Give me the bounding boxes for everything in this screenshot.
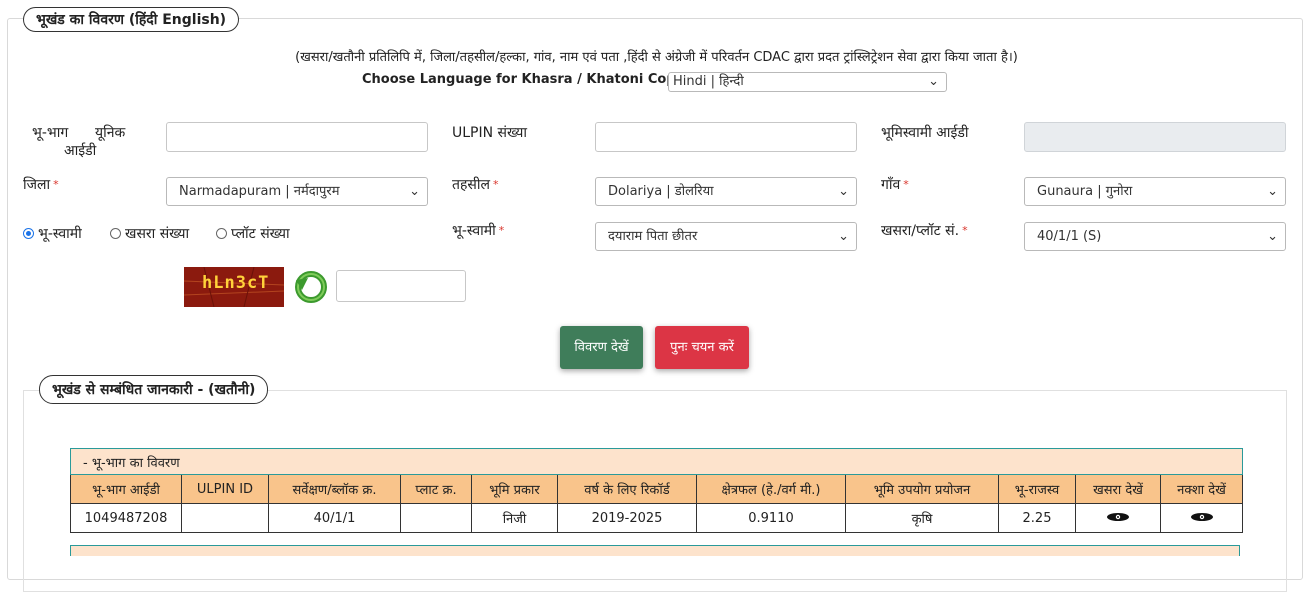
column-header: वर्ष के लिए रिकॉर्ड — [557, 474, 697, 504]
table-cell: निजी — [471, 503, 558, 533]
chevron-down-icon: ⌄ — [838, 184, 849, 199]
section-plot-details-legend: भूखंड का विवरण (हिंदी English) — [23, 7, 240, 32]
transliteration-note: (खसरा/खतौनी प्रतिलिपि में, जिला/तहसील/हल… — [295, 50, 1018, 65]
khasra-plot-label: खसरा/प्लॉट सं. * — [881, 223, 968, 239]
jila-select-value: Narmadapuram | नर्मदापुरम — [179, 184, 340, 199]
tehsil-label: तहसील * — [452, 177, 499, 193]
ulpin-label: ULPIN संख्या — [452, 125, 527, 141]
chevron-down-icon: ⌄ — [1267, 229, 1278, 244]
chevron-down-icon: ⌄ — [1267, 184, 1278, 199]
language-label: Choose Language for Khasra / Khatoni Cop… — [362, 72, 690, 87]
bhoomiswami-id-input — [1024, 122, 1286, 152]
view-map-cell[interactable] — [1160, 503, 1243, 533]
table-cell: 0.9110 — [696, 503, 846, 533]
table-cell — [400, 503, 472, 533]
radio-unchecked-icon — [110, 228, 121, 239]
bhubhag-id-label: भू-भाग यूनिक आईडी — [32, 125, 126, 159]
radio-checked-icon — [23, 228, 34, 239]
section-khatoni-legend: भूखंड से सम्बंधित जानकारी - (खतौनी) — [39, 375, 269, 404]
next-table-caption — [70, 545, 1240, 556]
khasra-plot-select-value: 40/1/1 (S) — [1037, 229, 1102, 244]
gaon-select[interactable]: Gunaura | गुनोरा ⌄ — [1024, 177, 1286, 206]
table-cell: 40/1/1 — [268, 503, 401, 533]
view-details-button[interactable]: विवरण देखें — [560, 326, 643, 369]
eye-icon[interactable] — [1106, 512, 1130, 522]
column-header: क्षेत्रफल (हे./वर्ग मी.) — [696, 474, 846, 504]
table-row: 1049487208 40/1/1 निजी 2019-2025 0.9110 … — [70, 503, 1243, 533]
table-cell: कृषि — [845, 503, 999, 533]
radio-plot[interactable]: प्लॉट संख्या — [216, 224, 290, 243]
radio-bhuswami[interactable]: भू-स्वामी — [23, 224, 82, 243]
captcha-input[interactable] — [336, 270, 466, 302]
table-cell: 1049487208 — [70, 503, 182, 533]
column-header: भू-भाग आईडी — [70, 474, 182, 504]
table-header-row: भू-भाग आईडी ULPIN ID सर्वेक्षण/ब्लॉक क्र… — [70, 474, 1243, 504]
column-header: खसरा देखें — [1075, 474, 1161, 504]
view-khasra-cell[interactable] — [1075, 503, 1161, 533]
bhubhag-id-input[interactable] — [166, 122, 428, 152]
column-header: भूमि उपयोग प्रयोजन — [845, 474, 999, 504]
jila-select[interactable]: Narmadapuram | नर्मदापुरम ⌄ — [166, 177, 428, 206]
jila-label: जिला * — [23, 177, 59, 193]
radio-unchecked-icon — [216, 228, 227, 239]
column-header: नक्शा देखें — [1160, 474, 1243, 504]
bhubhag-details-table: - भू-भाग का विवरण भू-भाग आईडी ULPIN ID स… — [70, 448, 1243, 533]
table-caption: - भू-भाग का विवरण — [70, 448, 1243, 475]
bhuswami-select-value: दयाराम पिता छीतर — [608, 229, 698, 244]
table-cell: 2019-2025 — [557, 503, 697, 533]
bhuswami-label: भू-स्वामी * — [452, 223, 505, 239]
eye-icon[interactable] — [1190, 512, 1214, 522]
chevron-down-icon: ⌄ — [409, 184, 420, 199]
table-cell: 2.25 — [998, 503, 1076, 533]
khasra-plot-select[interactable]: 40/1/1 (S) ⌄ — [1024, 222, 1286, 251]
table-cell — [181, 503, 269, 533]
bhuswami-select[interactable]: दयाराम पिता छीतर ⌄ — [595, 222, 857, 251]
gaon-select-value: Gunaura | गुनोरा — [1037, 184, 1133, 199]
column-header: भू-राजस्व — [998, 474, 1076, 504]
bhoomiswami-id-label: भूमिस्वामी आईडी — [881, 125, 969, 141]
refresh-captcha-icon[interactable] — [294, 270, 328, 304]
captcha-text: hLn3cT — [202, 273, 270, 293]
column-header: प्लाट क्र. — [400, 474, 472, 504]
language-select-value: Hindi | हिन्दी — [673, 74, 744, 89]
column-header: सर्वेक्षण/ब्लॉक क्र. — [268, 474, 401, 504]
reset-selection-button[interactable]: पुनः चयन करें — [655, 326, 749, 369]
ulpin-input[interactable] — [595, 122, 857, 152]
column-header: ULPIN ID — [181, 474, 269, 504]
language-select[interactable]: Hindi | हिन्दी ⌄ — [668, 72, 947, 92]
tehsil-select-value: Dolariya | डोलरिया — [608, 184, 714, 199]
tehsil-select[interactable]: Dolariya | डोलरिया ⌄ — [595, 177, 857, 206]
chevron-down-icon: ⌄ — [838, 229, 849, 244]
captcha-image: hLn3cT — [184, 267, 284, 307]
column-header: भूमि प्रकार — [471, 474, 558, 504]
chevron-down-icon: ⌄ — [928, 74, 939, 89]
radio-khasra[interactable]: खसरा संख्या — [110, 224, 189, 243]
gaon-label: गाँव * — [881, 177, 909, 193]
table-caption-row: - भू-भाग का विवरण — [70, 448, 1243, 475]
